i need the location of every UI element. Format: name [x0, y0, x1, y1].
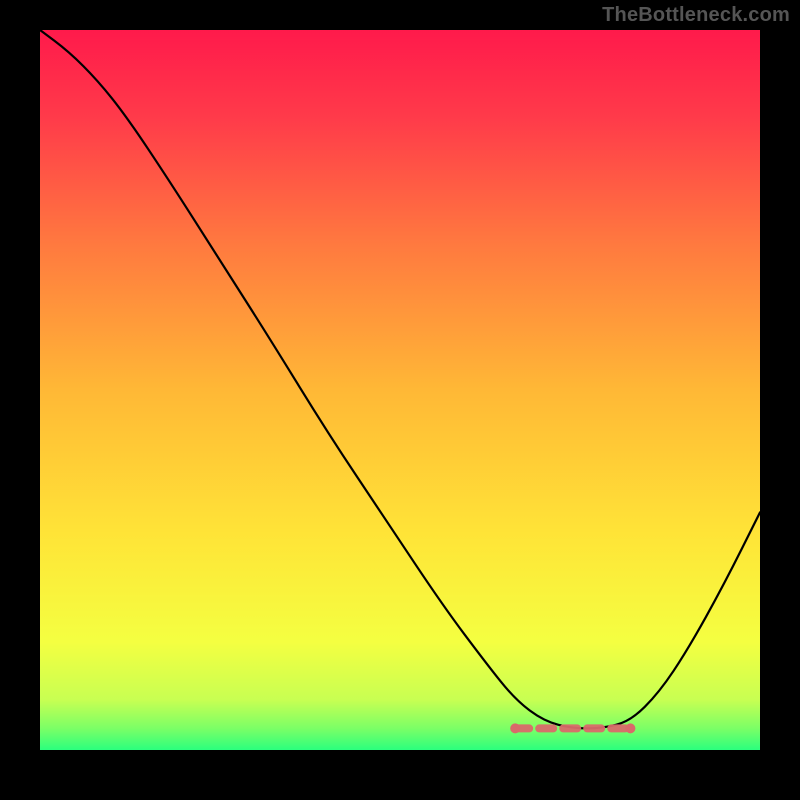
optimal-zone-end-dot: [625, 723, 635, 733]
optimal-zone-start-dot: [510, 723, 520, 733]
watermark-text: TheBottleneck.com: [602, 4, 790, 27]
chart-plot-area: [40, 30, 760, 750]
chart-background: [40, 30, 760, 750]
chart-svg: [40, 30, 760, 750]
